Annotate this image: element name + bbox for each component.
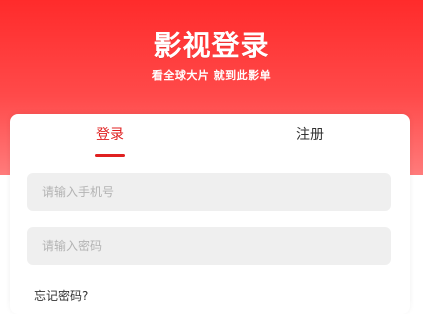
auth-tabs: 登录 注册 [10, 114, 410, 158]
password-input[interactable] [27, 227, 391, 265]
forgot-password-link[interactable]: 忘记密码? [34, 287, 88, 304]
tab-register[interactable]: 注册 [260, 124, 360, 144]
phone-input[interactable] [27, 173, 391, 211]
login-card: 登录 注册 忘记密码? [10, 114, 410, 314]
page-title: 影视登录 [153, 29, 270, 62]
page-subtitle: 看全球大片 就到此影单 [151, 69, 272, 82]
active-tab-indicator [95, 154, 125, 157]
tab-login[interactable]: 登录 [60, 124, 160, 144]
